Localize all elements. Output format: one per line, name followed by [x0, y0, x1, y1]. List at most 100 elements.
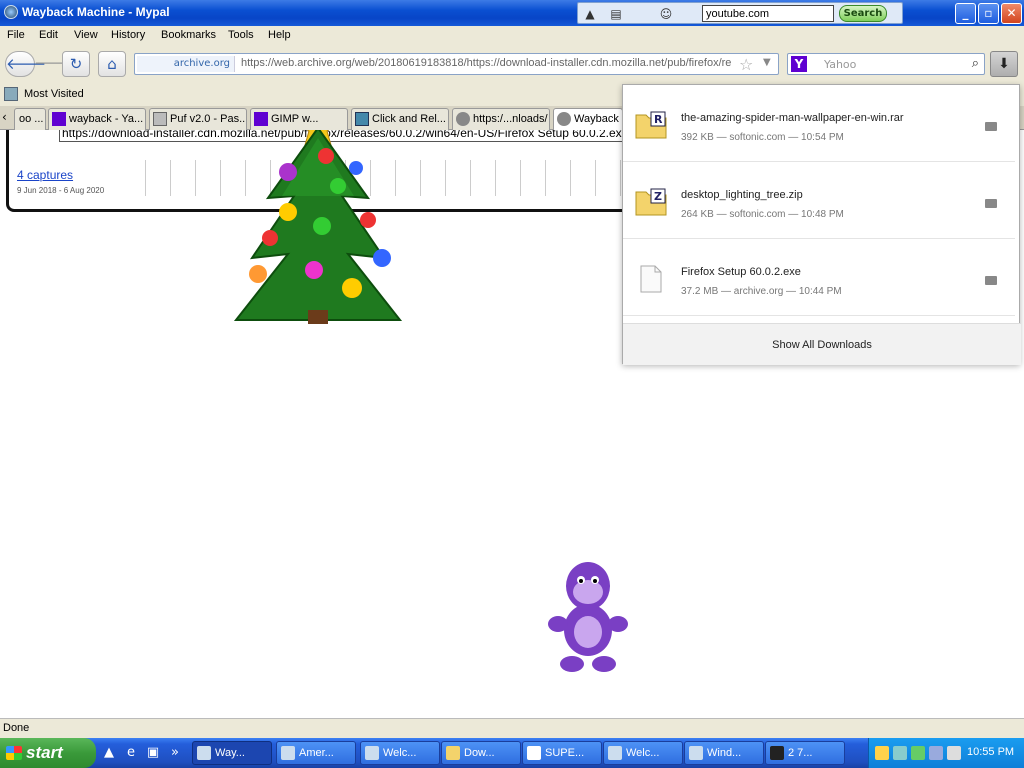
svg-text:R: R	[654, 113, 663, 126]
forward-button[interactable]: 🡒	[34, 51, 74, 77]
bookmark-star-icon[interactable]: ☆	[739, 55, 753, 74]
title-bar: Wayback Machine - Mypal ▲ ▤ ☺ Search _ ▫…	[0, 0, 1024, 26]
close-button[interactable]: ✕	[1001, 3, 1022, 24]
toolbar-strip: ▲ ▤ ☺ Search	[577, 2, 903, 24]
toolbar-search-input[interactable]	[702, 5, 834, 22]
svg-text:Z: Z	[654, 190, 662, 203]
task-downloads[interactable]: Dow...	[441, 741, 521, 765]
tab-puf[interactable]: Puf v2.0 - Pas...	[149, 108, 247, 130]
yahoo-icon[interactable]: Y	[791, 56, 807, 72]
minimize-button[interactable]: _	[955, 3, 976, 24]
document-task-icon	[527, 746, 541, 760]
aim-task-icon	[608, 746, 622, 760]
mypal-app-icon	[4, 5, 18, 19]
back-button[interactable]: 🡐	[5, 51, 46, 77]
download-name: Firefox Setup 60.0.2.exe	[681, 266, 801, 278]
task-label: Welc...	[383, 747, 417, 759]
download-meta: 392 KB — softonic.com — 10:54 PM	[681, 132, 844, 143]
reload-button[interactable]: ↻	[62, 51, 90, 77]
tab-label: wayback - Ya...	[69, 113, 144, 125]
navigation-toolbar: 🡐 🡒 ↻ ⌂ archive.org https://web.archive.…	[0, 46, 1024, 84]
menu-file[interactable]: File	[7, 29, 25, 41]
triangle-task-icon	[281, 746, 295, 760]
menu-tools[interactable]: Tools	[228, 29, 254, 41]
triangle-icon[interactable]: ▲	[582, 6, 598, 22]
maximize-button[interactable]: ▫	[978, 3, 999, 24]
task-label: Amer...	[299, 747, 334, 759]
window-title: Wayback Machine - Mypal	[22, 5, 170, 19]
task-windows[interactable]: Wind...	[684, 741, 764, 765]
open-folder-icon[interactable]	[985, 276, 997, 285]
show-all-downloads-button[interactable]: Show All Downloads	[623, 323, 1021, 365]
download-item[interactable]: Firefox Setup 60.0.2.exe 37.2 MB — archi…	[623, 239, 1015, 316]
home-button[interactable]: ⌂	[98, 51, 126, 77]
purple-gorilla-image	[548, 562, 628, 672]
downloads-button[interactable]: ⬇	[990, 51, 1018, 77]
menu-bookmarks[interactable]: Bookmarks	[161, 29, 216, 41]
menu-edit[interactable]: Edit	[39, 29, 58, 41]
system-tray: 10:55 PM	[868, 738, 1024, 768]
menu-history[interactable]: History	[111, 29, 145, 41]
christmas-tree-image	[233, 130, 403, 324]
task-label: 2 7...	[788, 747, 813, 759]
quicklaunch-triangle-icon[interactable]: ▲	[100, 744, 118, 762]
ie-task-icon	[689, 746, 703, 760]
tray-aim-icon[interactable]	[875, 746, 889, 760]
yahoo-tab-icon	[254, 112, 268, 126]
search-magnifier-icon[interactable]: ⌕	[972, 56, 979, 71]
tray-shield-icon[interactable]	[911, 746, 925, 760]
menu-view[interactable]: View	[74, 29, 98, 41]
most-visited-bookmark[interactable]: Most Visited	[24, 88, 84, 100]
globe-tab-icon	[557, 112, 571, 126]
url-bar[interactable]: archive.org https://web.archive.org/web/…	[134, 53, 779, 75]
tab-gimp[interactable]: GIMP w...	[250, 108, 348, 130]
url-dropdown-icon[interactable]: ▼	[763, 57, 771, 68]
tab-label: https:/...nloads/	[473, 113, 548, 125]
search-bar[interactable]: Y Yahoo ⌕	[787, 53, 985, 75]
task-welcome-1[interactable]: Welc...	[360, 741, 440, 765]
tab-label: Wayback	[574, 113, 619, 125]
download-meta: 264 KB — softonic.com — 10:48 PM	[681, 209, 844, 220]
url-text[interactable]: https://web.archive.org/web/201806191838…	[241, 57, 741, 69]
menu-help[interactable]: Help	[268, 29, 291, 41]
start-button[interactable]: start	[0, 738, 96, 768]
download-name: the-amazing-spider-man-wallpaper-en-win.…	[681, 112, 904, 124]
tab-click-and-release[interactable]: Click and Rel...	[351, 108, 449, 130]
status-bar: Done	[0, 718, 1024, 738]
tab-wayback-yahoo[interactable]: wayback - Ya...	[48, 108, 146, 130]
open-folder-icon[interactable]	[985, 122, 997, 131]
tray-clock[interactable]: 10:55 PM	[967, 746, 1014, 758]
quicklaunch-more-icon[interactable]: »	[166, 744, 184, 762]
site-identity[interactable]: archive.org	[137, 56, 235, 72]
tray-display-icon[interactable]	[929, 746, 943, 760]
printer-icon[interactable]: ▤	[608, 6, 624, 22]
download-item[interactable]: Z desktop_lighting_tree.zip 264 KB — sof…	[623, 162, 1015, 239]
puf-tab-icon	[153, 112, 167, 126]
tab-scroll-left-icon[interactable]: ‹	[2, 110, 7, 124]
quicklaunch-ie-icon[interactable]: e	[122, 744, 140, 762]
tab-wayback[interactable]: Wayback	[553, 108, 623, 130]
captures-link[interactable]: 4 captures	[17, 168, 73, 182]
globe-tab-icon	[456, 112, 470, 126]
task-welcome-2[interactable]: Welc...	[603, 741, 683, 765]
status-text: Done	[3, 722, 30, 734]
task-7zip[interactable]: 2 7...	[765, 741, 845, 765]
tray-network-icon[interactable]	[893, 746, 907, 760]
tab-downloads[interactable]: https:/...nloads/	[452, 108, 550, 130]
tray-volume-icon[interactable]	[947, 746, 961, 760]
rar-icon: R	[635, 111, 667, 139]
quicklaunch-desktop-icon[interactable]: ▣	[144, 744, 162, 762]
yahoo-tab-icon	[52, 112, 66, 126]
toolbar-search-button[interactable]: Search	[839, 5, 887, 22]
mypal-task-icon	[197, 746, 211, 760]
task-america[interactable]: Amer...	[276, 741, 356, 765]
open-folder-icon[interactable]	[985, 199, 997, 208]
download-item[interactable]: R the-amazing-spider-man-wallpaper-en-wi…	[623, 85, 1015, 162]
task-super[interactable]: SUPE...	[522, 741, 602, 765]
zip-icon: Z	[635, 188, 667, 216]
aim-icon[interactable]: ☺	[658, 6, 674, 22]
most-visited-icon	[4, 87, 18, 101]
tab-0[interactable]: oo ...	[14, 108, 46, 130]
task-wayback[interactable]: Way...	[192, 741, 272, 765]
7zip-task-icon	[770, 746, 784, 760]
